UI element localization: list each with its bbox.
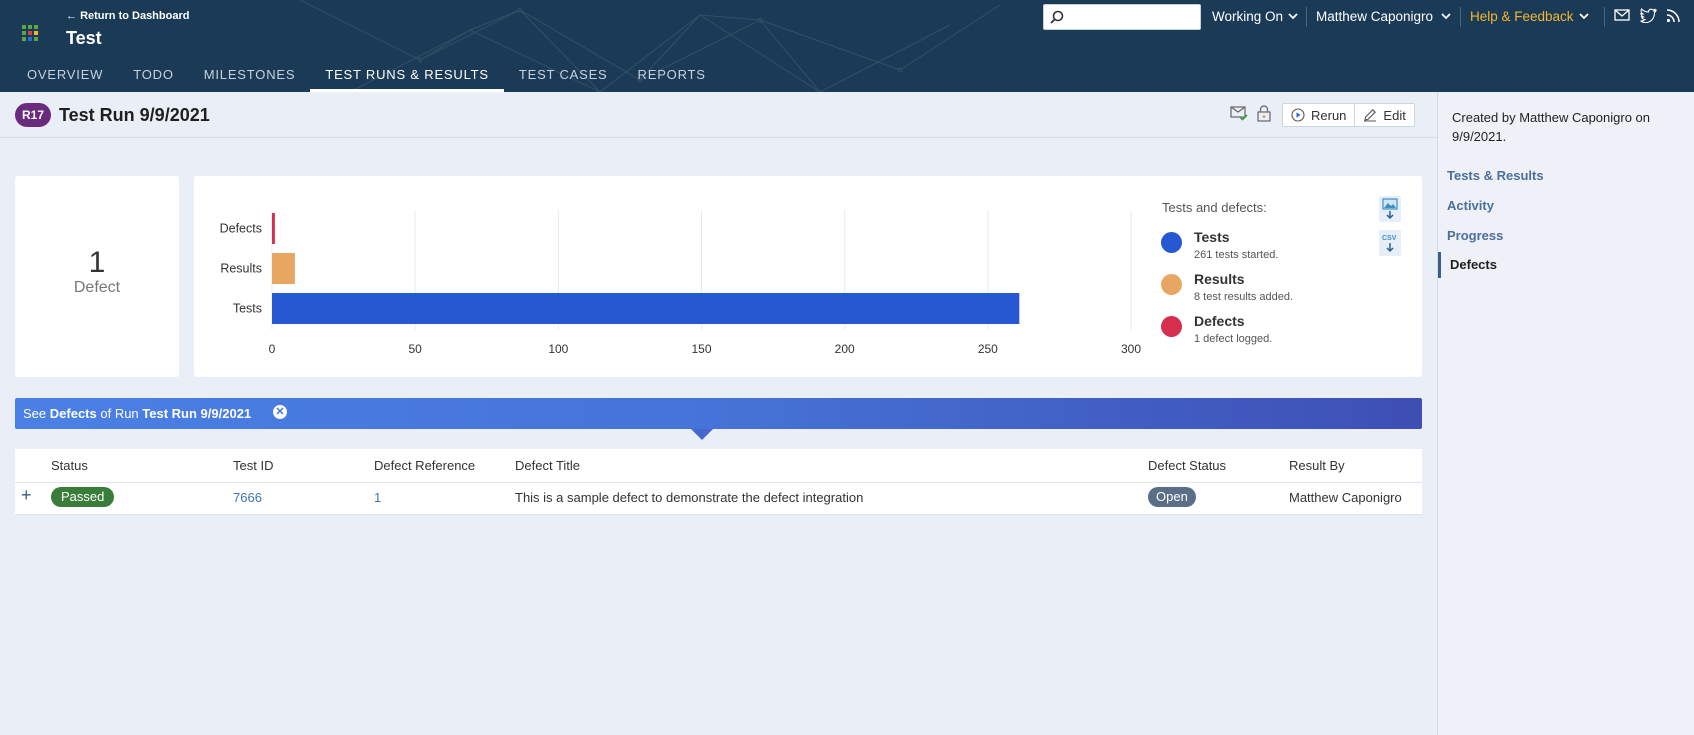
column-header-defect-title[interactable]: Defect Title <box>515 458 580 473</box>
bar-defects <box>272 213 275 244</box>
csv-download-icon[interactable]: CSV <box>1379 230 1401 256</box>
x-tick-label: 100 <box>548 342 568 356</box>
category-label: Defects <box>220 222 262 236</box>
row-divider <box>15 514 1422 515</box>
x-tick-label: 150 <box>691 342 711 356</box>
legend-title: Tests and defects: <box>1162 200 1267 215</box>
legend-swatch-results <box>1161 274 1182 295</box>
filter-middle: of Run <box>100 406 139 421</box>
sidebar-link-tests-results[interactable]: Tests & Results <box>1447 168 1544 183</box>
legend-name: Results <box>1194 271 1245 287</box>
x-tick-label: 0 <box>269 342 276 356</box>
bar-results <box>272 253 295 284</box>
status-badge: Passed <box>51 487 115 507</box>
filter-entity: Defects <box>49 406 97 421</box>
created-by-text: Created by Matthew Caponigro on 9/9/2021… <box>1452 110 1651 144</box>
filter-pointer <box>691 429 713 440</box>
filter-text: See Defects of Run Test Run 9/9/2021 <box>23 406 251 421</box>
x-tick-label: 250 <box>978 342 998 356</box>
right-sidebar: Created by Matthew Caponigro on 9/9/2021… <box>1437 92 1694 735</box>
svg-text:CSV: CSV <box>1382 235 1397 242</box>
x-tick-label: 300 <box>1121 342 1141 356</box>
column-header-result-by[interactable]: Result By <box>1289 458 1345 473</box>
legend-desc: 1 defect logged. <box>1194 333 1273 345</box>
expand-row-icon[interactable]: + <box>21 485 32 506</box>
defects-filter-banner: See Defects of Run Test Run 9/9/2021 ✕ <box>15 398 1422 429</box>
defect-status-badge: Open <box>1148 487 1196 507</box>
defect-title: This is a sample defect to demonstrate t… <box>515 490 864 505</box>
bar-tests <box>272 293 1020 324</box>
legend-name: Defects <box>1194 313 1245 329</box>
sidebar-link-activity[interactable]: Activity <box>1447 198 1494 213</box>
legend-desc: 261 tests started. <box>1194 249 1279 261</box>
category-label: Results <box>220 262 262 276</box>
result-by: Matthew Caponigro <box>1289 490 1402 505</box>
image-download-icon[interactable] <box>1379 196 1401 222</box>
column-header-defect-status[interactable]: Defect Status <box>1148 458 1226 473</box>
legend-swatch-defects <box>1161 316 1182 337</box>
legend-desc: 8 test results added. <box>1194 291 1294 303</box>
column-header-defect-reference[interactable]: Defect Reference <box>374 458 475 473</box>
legend-swatch-tests <box>1161 232 1182 253</box>
defects-table: Status Test ID Defect Reference Defect T… <box>15 449 1422 515</box>
x-tick-label: 50 <box>408 342 422 356</box>
test-id-link[interactable]: 7666 <box>233 490 262 505</box>
close-filter-icon[interactable]: ✕ <box>273 405 287 419</box>
category-label: Tests <box>233 302 262 316</box>
x-tick-label: 200 <box>835 342 855 356</box>
filter-run-name: Test Run 9/9/2021 <box>142 406 252 421</box>
sidebar-link-defects[interactable]: Defects <box>1438 252 1497 278</box>
defect-reference-link[interactable]: 1 <box>374 490 381 505</box>
column-header-test-id[interactable]: Test ID <box>233 458 273 473</box>
filter-prefix: See <box>23 406 47 421</box>
column-header-status[interactable]: Status <box>51 458 88 473</box>
header-divider <box>15 482 1422 483</box>
legend-name: Tests <box>1194 229 1230 245</box>
sidebar-link-progress[interactable]: Progress <box>1447 228 1503 243</box>
